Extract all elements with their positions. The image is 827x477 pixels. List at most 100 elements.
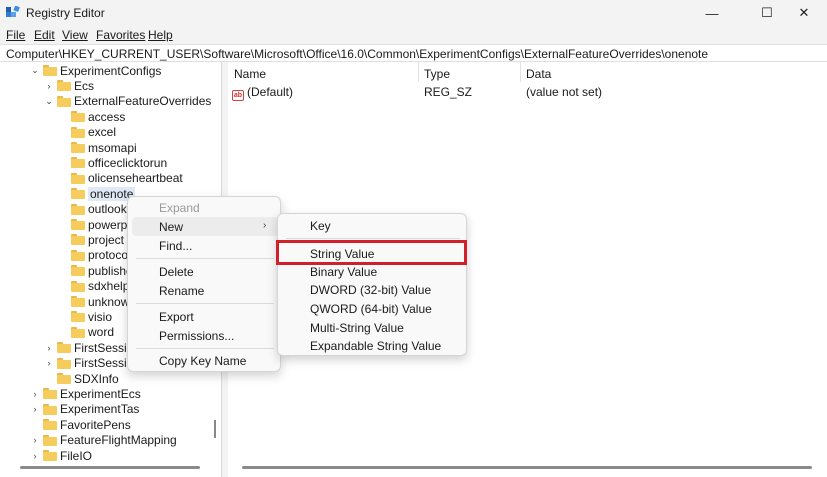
- window-title: Registry Editor: [26, 6, 105, 20]
- tree-item[interactable]: visio: [58, 309, 112, 324]
- chevron-right-icon[interactable]: ›: [44, 81, 54, 91]
- submenu-item-qword-value[interactable]: QWORD (64-bit) Value: [310, 302, 432, 316]
- tree-item-label: Ecs: [74, 78, 95, 93]
- chevron-right-icon[interactable]: ›: [30, 404, 40, 414]
- menu-item-rename[interactable]: Rename: [159, 284, 204, 298]
- tree-item[interactable]: onenote: [58, 186, 136, 201]
- submenu-item-multi-string-value[interactable]: Multi-String Value: [310, 321, 404, 335]
- address-path[interactable]: Computer\HKEY_CURRENT_USER\Software\Micr…: [6, 47, 708, 61]
- tree-item[interactable]: word: [58, 325, 114, 340]
- tree-item[interactable]: › ExperimentTas: [30, 402, 140, 417]
- tree-item[interactable]: excel: [58, 125, 116, 140]
- tree-item-label: word: [88, 325, 115, 340]
- folder-icon: [71, 157, 85, 169]
- address-bar[interactable]: Computer\HKEY_CURRENT_USER\Software\Micr…: [0, 44, 827, 62]
- column-divider[interactable]: [418, 62, 419, 82]
- menu-divider: [136, 303, 274, 304]
- submenu-item-binary-value[interactable]: Binary Value: [310, 265, 377, 279]
- tree-vertical-scrollbar[interactable]: [214, 420, 216, 438]
- tree-item-label: ExperimentTas: [60, 402, 140, 417]
- chevron-right-icon: ›: [263, 220, 267, 231]
- tree-item[interactable]: › FirstSession: [44, 340, 141, 355]
- folder-icon: [71, 265, 85, 277]
- chevron-right-icon[interactable]: ›: [44, 358, 54, 368]
- tree-item[interactable]: unknow: [58, 294, 129, 309]
- tree-item[interactable]: SDXInfo: [44, 371, 119, 386]
- folder-icon: [71, 280, 85, 292]
- tree-item-label: olicenseheartbeat: [88, 171, 183, 186]
- tree-item[interactable]: outlook: [58, 202, 127, 217]
- tree-item[interactable]: sdxhelpe: [58, 279, 136, 294]
- tree-item[interactable]: protocol: [58, 248, 131, 263]
- chevron-right-icon[interactable]: ›: [44, 343, 54, 353]
- folder-icon: [43, 434, 57, 446]
- value-name-cell: ab (Default): [232, 85, 293, 101]
- menu-item-find[interactable]: Find...: [159, 239, 192, 253]
- menu-help-label: Help: [148, 28, 173, 42]
- registry-editor-icon: [6, 6, 20, 17]
- folder-icon: [71, 126, 85, 138]
- tree-item-label: FileIO: [60, 448, 93, 463]
- menu-item-export[interactable]: Export: [159, 310, 194, 324]
- tree-item[interactable]: olicenseheartbeat: [58, 171, 183, 186]
- folder-icon: [43, 65, 57, 76]
- folder-icon: [71, 203, 85, 215]
- submenu-item-dword-value[interactable]: DWORD (32-bit) Value: [310, 283, 431, 297]
- tree-item-label: officeclicktorun: [88, 155, 168, 170]
- tree-item[interactable]: › Ecs: [44, 78, 95, 93]
- menu-edit[interactable]: Edit: [34, 28, 55, 42]
- tree-item-label: visio: [88, 309, 113, 324]
- tree-item[interactable]: ⌄ ExperimentConfigs: [30, 63, 161, 78]
- values-horizontal-scrollbar[interactable]: [242, 466, 812, 469]
- tree-item[interactable]: › FeatureFlightMapping: [30, 433, 177, 448]
- menu-help[interactable]: Help: [148, 28, 173, 42]
- folder-icon: [71, 219, 85, 230]
- menu-file[interactable]: File: [6, 28, 25, 42]
- tree-item[interactable]: powerpo: [58, 217, 134, 232]
- tree-item[interactable]: officeclicktorun: [58, 155, 167, 170]
- tree-item[interactable]: FavoritePens: [30, 417, 131, 432]
- chevron-down-icon[interactable]: ⌄: [30, 65, 40, 76]
- folder-icon: [57, 373, 71, 384]
- column-header-name[interactable]: Name: [234, 67, 266, 81]
- column-header-data[interactable]: Data: [526, 67, 551, 81]
- menu-item-expand[interactable]: Expand: [159, 201, 200, 215]
- tree-item[interactable]: project: [58, 232, 124, 247]
- folder-icon: [57, 357, 71, 369]
- tree-item-label: ExternalFeatureOverrides: [74, 94, 212, 109]
- minimize-button[interactable]: —: [689, 0, 735, 26]
- tree-item[interactable]: › FirstSession: [44, 356, 141, 371]
- chevron-right-icon[interactable]: ›: [30, 389, 40, 399]
- submenu-item-key[interactable]: Key: [310, 219, 331, 233]
- close-button[interactable]: ✕: [781, 0, 827, 26]
- folder-icon: [71, 296, 85, 307]
- folder-icon: [71, 311, 85, 323]
- tree-item-label: ExperimentEcs: [60, 386, 141, 401]
- menu-item-permissions[interactable]: Permissions...: [159, 329, 234, 343]
- submenu-item-expandable-string-value[interactable]: Expandable String Value: [310, 339, 441, 353]
- tree-item[interactable]: › FileIO: [30, 448, 93, 463]
- column-divider[interactable]: [520, 62, 521, 82]
- menu-item-delete[interactable]: Delete: [159, 265, 194, 279]
- folder-icon: [71, 249, 85, 261]
- tree-item[interactable]: access: [58, 109, 125, 124]
- chevron-right-icon[interactable]: ›: [30, 435, 40, 445]
- menu-favorites[interactable]: Favorites: [96, 28, 145, 42]
- menu-item-new[interactable]: New: [159, 220, 183, 234]
- chevron-right-icon[interactable]: ›: [30, 451, 40, 461]
- chevron-down-icon[interactable]: ⌄: [44, 96, 54, 107]
- context-menu: Expand New › Find... Delete Rename Expor…: [127, 196, 281, 372]
- menu-item-copy-key-name[interactable]: Copy Key Name: [159, 354, 246, 368]
- tree-item[interactable]: publishe: [58, 263, 133, 278]
- tree-item-label: outlook: [88, 202, 127, 217]
- folder-icon: [43, 403, 57, 415]
- column-header-type[interactable]: Type: [424, 67, 450, 81]
- new-submenu: Key String Value Binary Value DWORD (32-…: [277, 213, 467, 356]
- folder-icon: [71, 142, 85, 153]
- tree-horizontal-scrollbar[interactable]: [20, 466, 200, 469]
- tree-item[interactable]: ⌄ ExternalFeatureOverrides: [44, 94, 211, 109]
- tree-item[interactable]: › ExperimentEcs: [30, 386, 141, 401]
- tree-item[interactable]: msomapi: [58, 140, 137, 155]
- folder-icon: [43, 419, 57, 431]
- menu-view[interactable]: View: [62, 28, 88, 42]
